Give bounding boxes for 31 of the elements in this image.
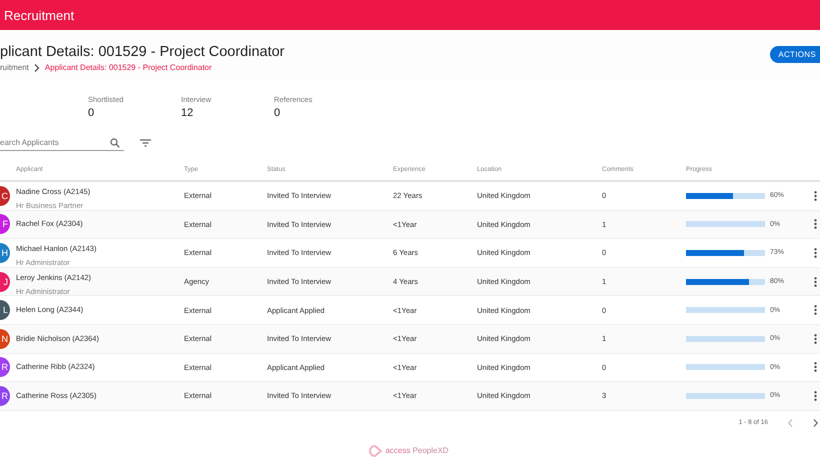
breadcrumb-link[interactable]: ruitment — [0, 63, 29, 72]
logo-icon — [369, 444, 382, 457]
more-options-icon[interactable] — [814, 190, 817, 201]
page-title: plicant Details: 001529 - Project Coordinator — [0, 43, 285, 61]
footer-logo: access PeopleXD — [385, 446, 449, 456]
more-options-icon[interactable] — [814, 334, 817, 344]
avatar: J — [0, 272, 10, 292]
avatar: C — [0, 186, 10, 206]
more-options-icon[interactable] — [814, 276, 817, 287]
actions-button[interactable]: ACTIONS — [770, 46, 820, 63]
stat-value: 0 — [274, 107, 282, 119]
avatar: F — [0, 214, 10, 234]
app-title: Recruitment — [4, 8, 74, 22]
avatar: R — [0, 386, 10, 406]
filter-icon[interactable] — [140, 139, 151, 147]
more-options-icon[interactable] — [814, 305, 817, 316]
next-page-icon[interactable] — [813, 418, 818, 427]
more-options-icon[interactable] — [814, 248, 817, 258]
more-options-icon[interactable] — [814, 390, 817, 401]
more-options-icon[interactable] — [814, 219, 817, 230]
stat-value: 0 — [88, 107, 96, 119]
breadcrumb-link[interactable]: Applicant Details: 001529 - Project Coordinator — [44, 63, 212, 72]
more-options-icon[interactable] — [814, 362, 817, 372]
search-icon — [110, 138, 120, 148]
avatar: R — [0, 357, 10, 378]
search-field[interactable]: earch Applicants — [0, 135, 124, 151]
stat-value: 12 — [181, 107, 194, 119]
avatar: H — [0, 242, 10, 263]
avatar: N — [0, 328, 10, 349]
avatar: L — [0, 300, 10, 320]
chevron-right-icon — [34, 64, 40, 72]
